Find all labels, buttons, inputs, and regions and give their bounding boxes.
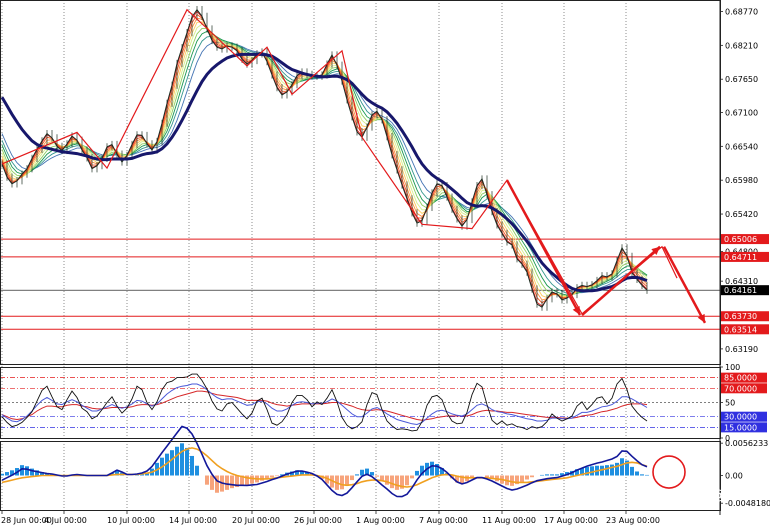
macd-bar-128	[640, 474, 644, 476]
macd-bar-78	[390, 475, 394, 489]
macd-bar-110	[550, 474, 554, 476]
macd-bar-54	[270, 475, 274, 478]
macd-bar-55	[275, 475, 279, 477]
price-tick-label-0: 0.68770	[725, 7, 758, 16]
macd-bar-106	[530, 475, 534, 478]
macd-bar-71	[355, 474, 359, 476]
price-tick-label-2: 0.67650	[725, 75, 758, 84]
osc-tick-label-3: 50	[725, 399, 735, 408]
price-tick-label-4: 0.66540	[725, 142, 758, 151]
macd-bar-108	[540, 474, 544, 476]
macd-bar-37	[185, 447, 189, 476]
x-tick-label-8: 11 Aug 00:00	[482, 516, 536, 525]
macd-bar-36	[180, 443, 184, 476]
macd-bar-127	[635, 471, 639, 476]
macd-bar-123	[615, 462, 619, 476]
level-badge-label-3: 0.63730	[724, 312, 757, 321]
macd-bar-72	[360, 469, 364, 476]
trading-chart[interactable]: 0.68770 0.68210 0.67650 0.67100 0.66540 0.659…	[0, 0, 770, 528]
macd-bar-46	[230, 475, 234, 489]
price-tick-label-8: 0.64310	[725, 277, 758, 286]
macd-tick-label-0: 0.0056233	[725, 439, 768, 448]
macd-bar-1	[5, 472, 9, 476]
macd-bar-38	[190, 455, 194, 476]
macd-bar-70	[350, 475, 354, 481]
price-tick-label-5: 0.65980	[725, 176, 758, 185]
macd-bar-79	[395, 475, 399, 490]
osc-tick-label-5: 15.0000	[724, 423, 757, 432]
macd-bar-34	[170, 450, 174, 476]
osc-tick-label-4: 30.0000	[724, 413, 757, 422]
price-tick-label-1: 0.68210	[725, 41, 758, 50]
level-badge-label-2: 0.64161	[724, 286, 757, 295]
macd-bar-109	[545, 474, 549, 476]
macd-bar-45	[225, 475, 229, 490]
macd-bar-118	[590, 466, 594, 476]
macd-tick-label-1: 0.00	[725, 472, 743, 481]
x-tick-label-1: 4 Jul 00:00	[44, 516, 87, 525]
x-tick-label-6: 1 Aug 00:00	[356, 516, 405, 525]
macd-bar-83	[415, 470, 419, 476]
macd-bar-39	[195, 465, 199, 476]
macd-bar-104	[520, 475, 524, 482]
macd-bar-81	[405, 475, 409, 486]
macd-bar-105	[525, 475, 529, 480]
macd-bar-75	[375, 475, 379, 477]
macd-bar-111	[555, 474, 559, 476]
macd-bar-121	[605, 465, 609, 476]
price-tick-label-6: 0.65420	[725, 210, 758, 219]
macd-bar-82	[410, 475, 414, 479]
level-badge-label-1: 0.64711	[724, 253, 757, 262]
macd-bar-5	[25, 466, 29, 476]
osc-tick-label-2: 70.0000	[724, 384, 757, 393]
x-tick-label-4: 20 Jul 00:00	[232, 516, 280, 525]
macd-bar-124	[620, 458, 624, 476]
macd-bar-77	[385, 475, 389, 485]
macd-bar-69	[345, 475, 349, 486]
chart-background	[0, 0, 770, 528]
macd-bar-35	[175, 446, 179, 476]
macd-bar-74	[370, 472, 374, 476]
osc-tick-label-0: 100	[725, 363, 740, 372]
x-tick-label-9: 17 Aug 00:00	[544, 516, 598, 525]
watermark-text: @TMGM	[712, 488, 765, 503]
osc-tick-label-1: 85.0000	[724, 374, 757, 383]
macd-bar-68	[340, 475, 344, 490]
x-tick-label-10: 23 Aug 00:00	[606, 516, 660, 525]
x-tick-label-5: 26 Jul 00:00	[294, 516, 342, 525]
price-tick-label-3: 0.67100	[725, 108, 758, 117]
macd-bar-129	[645, 474, 649, 476]
price-tick-label-10: 0.63190	[725, 345, 758, 354]
macd-bar-97	[485, 475, 489, 478]
macd-bar-86	[430, 461, 434, 476]
macd-bar-122	[610, 464, 614, 476]
x-tick-label-7: 7 Aug 00:00	[419, 516, 468, 525]
level-badge-label-0: 0.65006	[724, 235, 757, 244]
x-tick-label-2: 10 Jul 00:00	[107, 516, 155, 525]
x-tick-label-3: 14 Jul 00:00	[169, 516, 217, 525]
macd-bar-42	[210, 475, 214, 490]
macd-bar-41	[205, 475, 209, 485]
macd-bar-126	[630, 466, 634, 476]
macd-bar-52	[260, 475, 264, 481]
level-badge-label-4: 0.63514	[724, 325, 757, 334]
macd-bar-50	[250, 475, 254, 484]
